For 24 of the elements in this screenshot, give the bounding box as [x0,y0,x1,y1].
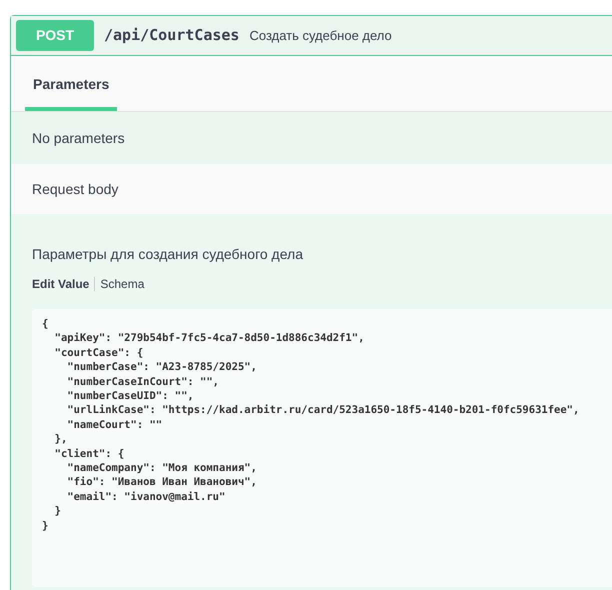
operation-header[interactable]: POST /api/CourtCases Создать судебное дело [11,16,612,56]
code-line: "numberCaseUID": "", [66,389,195,404]
request-body-title: Request body [32,180,118,199]
request-body-description: Параметры для создания судебного дела [31,245,304,264]
code-line: "apiKey": "279b54bf-7fc5-4ca7-8d50-1d886c34d2f1", [54,331,366,346]
view-tab[interactable]: Schema [95,275,150,293]
code-line: } [54,504,62,519]
code-line: { [42,317,50,332]
code-line: "numberCase": "A23-8785/2025", [66,360,258,375]
code-line: "nameCompany": "Моя компания", [66,461,258,476]
code-line: }, [54,432,68,447]
code-line: "fio": "Иванов Иван Иванович", [66,475,258,490]
code-line: "courtCase": { [54,346,144,360]
code-line: "nameCourt": "" [66,418,164,432]
code-line: } [42,518,50,534]
code-line: "urlLinkCase": "https://kad.arbitr.ru/card/523a1650-18f5-4140-b201-f0fc59631fee", [66,403,580,418]
endpoint-path: /api/CourtCases [104,25,240,46]
code-line: "email": "ivanov@mail.ru" [66,490,226,504]
code-line: "client": { [54,446,126,462]
view-tab[interactable]: Edit Value [32,275,94,293]
method-badge: POST [16,20,94,51]
code-line: "numberCaseInCourt": "", [66,374,220,390]
endpoint-summary: Создать судебное дело [249,26,392,45]
no-parameters-text: No parameters [32,128,125,148]
